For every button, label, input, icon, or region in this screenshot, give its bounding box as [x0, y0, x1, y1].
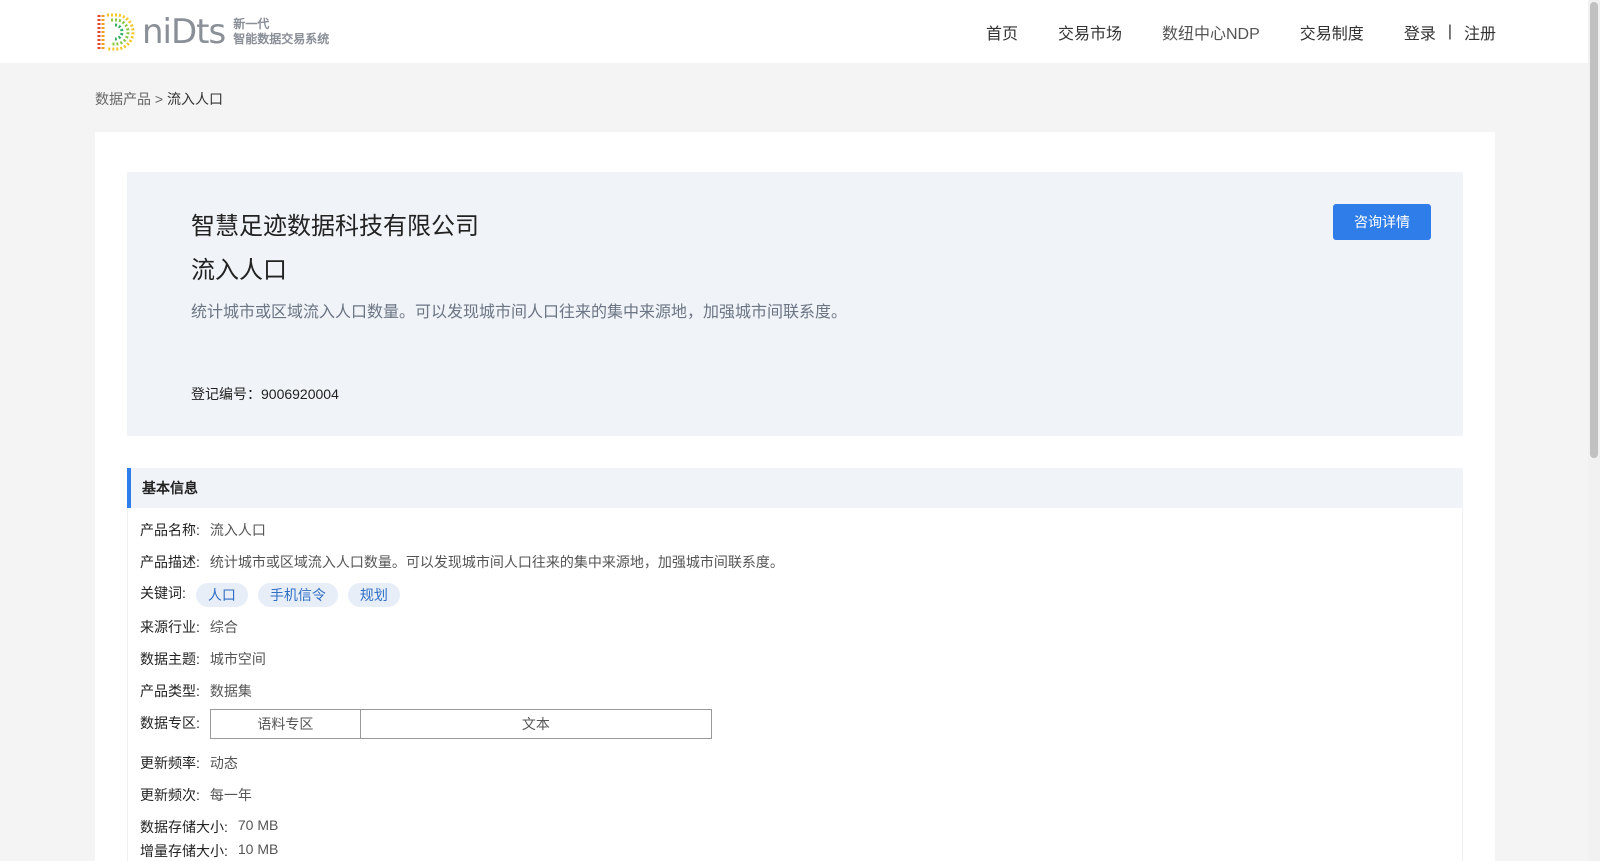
scrollbar-thumb[interactable]	[1590, 2, 1598, 458]
consult-details-button[interactable]: 咨询详情	[1333, 204, 1431, 240]
auth-separator: |	[1447, 22, 1452, 40]
info-label: 增量存储大小:	[140, 843, 228, 859]
keyword-tag[interactable]: 规划	[347, 583, 400, 607]
top-navbar: niDts 新一代 智能数据交易系统 首页 交易市场 数纽中心NDP 交易制度 …	[0, 0, 1600, 63]
site-logo[interactable]: niDts 新一代 智能数据交易系统	[94, 11, 329, 53]
nav-home[interactable]: 首页	[986, 20, 1018, 44]
registration-label: 登记编号：	[191, 386, 261, 402]
info-row-industry: 来源行业: 综合	[140, 617, 238, 637]
auth-links: 登录 | 注册	[1404, 20, 1496, 44]
info-label: 关键词:	[140, 585, 186, 601]
info-row-name: 产品名称: 流入人口	[140, 520, 266, 540]
info-value: 数据集	[209, 683, 252, 699]
info-row-increment: 增量存储大小: 10 MB	[140, 841, 278, 861]
info-label: 更新频率:	[140, 755, 200, 771]
info-row-size: 数据存储大小: 70 MB	[140, 817, 278, 837]
register-link[interactable]: 注册	[1464, 20, 1496, 44]
data-zone-table: 语料专区 文本	[209, 709, 712, 739]
info-row-desc: 产品描述: 统计城市或区域流入人口数量。可以发现城市间人口往来的集中来源地，加强…	[140, 552, 784, 572]
data-zone-value: 文本	[521, 716, 550, 732]
info-row-type: 产品类型: 数据集	[140, 681, 252, 701]
info-label: 更新频次:	[140, 787, 200, 803]
nav-ndp[interactable]: 数纽中心NDP	[1162, 20, 1260, 44]
logo-wordmark: niDts	[142, 12, 226, 52]
info-value: 城市空间	[209, 651, 266, 667]
info-label: 来源行业:	[140, 619, 200, 635]
basic-info-header: 基本信息	[127, 468, 1463, 508]
keyword-tag[interactable]: 手机信令	[257, 583, 338, 607]
breadcrumb-current: 流入人口	[166, 91, 223, 107]
registration-value: 9006920004	[261, 386, 339, 402]
main-nav: 首页 交易市场 数纽中心NDP 交易制度 登录 | 注册	[946, 0, 1496, 63]
data-zone-name: 语料专区	[211, 710, 361, 738]
keyword-tag[interactable]: 人口	[195, 583, 248, 607]
info-label: 产品名称:	[140, 522, 200, 538]
info-row-zone: 数据专区: 语料专区 文本	[140, 709, 712, 739]
info-value: 70 MB	[237, 817, 279, 833]
breadcrumb-separator: >	[154, 91, 164, 107]
info-value: 流入人口	[209, 522, 266, 538]
info-label: 数据存储大小:	[140, 819, 228, 835]
breadcrumb: 数据产品 > 流入人口	[95, 89, 223, 109]
nav-rules[interactable]: 交易制度	[1300, 20, 1364, 44]
logo-d-icon	[97, 13, 135, 51]
info-label: 产品类型:	[140, 683, 200, 699]
breadcrumb-parent[interactable]: 数据产品	[95, 91, 151, 107]
info-value: 10 MB	[237, 841, 279, 857]
info-value: 统计城市或区域流入人口数量。可以发现城市间人口往来的集中来源地，加强城市间联系度…	[209, 554, 784, 570]
nav-market[interactable]: 交易市场	[1058, 20, 1122, 44]
info-row-frequency: 更新频率: 动态	[140, 753, 238, 773]
info-row-cycle: 更新频次: 每一年	[140, 785, 252, 805]
product-summary: 统计城市或区域流入人口数量。可以发现城市间人口往来的集中来源地，加强城市间联系度…	[191, 304, 848, 321]
info-label: 数据专区:	[140, 715, 200, 731]
page-scrollbar[interactable]	[1588, 0, 1600, 861]
product-hero: 智慧足迹数据科技有限公司 流入人口 统计城市或区域流入人口数量。可以发现城市间人…	[127, 172, 1463, 436]
info-value: 动态	[209, 755, 238, 771]
info-value: 综合	[209, 619, 238, 635]
info-label: 数据主题:	[140, 651, 200, 667]
login-link[interactable]: 登录	[1404, 20, 1436, 44]
logo-tagline-line1: 新一代	[233, 17, 270, 31]
product-title: 流入人口	[191, 257, 287, 284]
info-row-keywords: 关键词: 人口 手机信令 规划	[140, 583, 400, 607]
logo-tagline-line2: 智能数据交易系统	[233, 32, 330, 46]
info-row-theme: 数据主题: 城市空间	[140, 649, 266, 669]
product-detail-card: 智慧足迹数据科技有限公司 流入人口 统计城市或区域流入人口数量。可以发现城市间人…	[95, 132, 1495, 861]
logo-tagline: 新一代 智能数据交易系统	[233, 17, 329, 47]
info-value: 每一年	[209, 787, 252, 803]
company-name: 智慧足迹数据科技有限公司	[191, 213, 479, 240]
basic-info-body: 产品名称: 流入人口 产品描述: 统计城市或区域流入人口数量。可以发现城市间人口…	[127, 508, 1463, 861]
keyword-tags: 人口 手机信令 规划	[186, 583, 400, 607]
info-label: 产品描述:	[140, 554, 200, 570]
registration-number: 登记编号：9006920004	[191, 384, 339, 404]
